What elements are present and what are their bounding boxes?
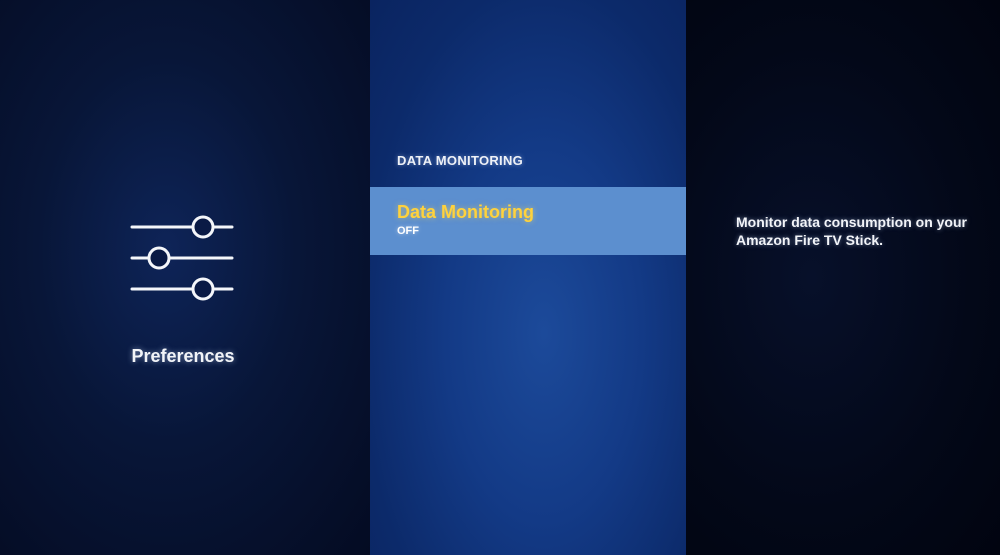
item-description: Monitor data consumption on your Amazon … [736, 214, 967, 248]
category-panel: Preferences [0, 0, 370, 555]
settings-menu-panel: DATA MONITORING Data Monitoring OFF [370, 0, 686, 555]
menu-item-status: OFF [397, 225, 419, 237]
fire-tv-settings-screen: Preferences DATA MONITORING Data Monitor… [0, 0, 1000, 555]
sliders-icon [128, 210, 238, 306]
section-title: DATA MONITORING [397, 153, 524, 168]
menu-item-label: Data Monitoring [397, 202, 534, 222]
data-monitoring-menu-item[interactable]: Data Monitoring OFF [370, 187, 686, 255]
description-panel: Monitor data consumption on your Amazon … [686, 0, 1000, 555]
category-label: Preferences [131, 346, 235, 366]
